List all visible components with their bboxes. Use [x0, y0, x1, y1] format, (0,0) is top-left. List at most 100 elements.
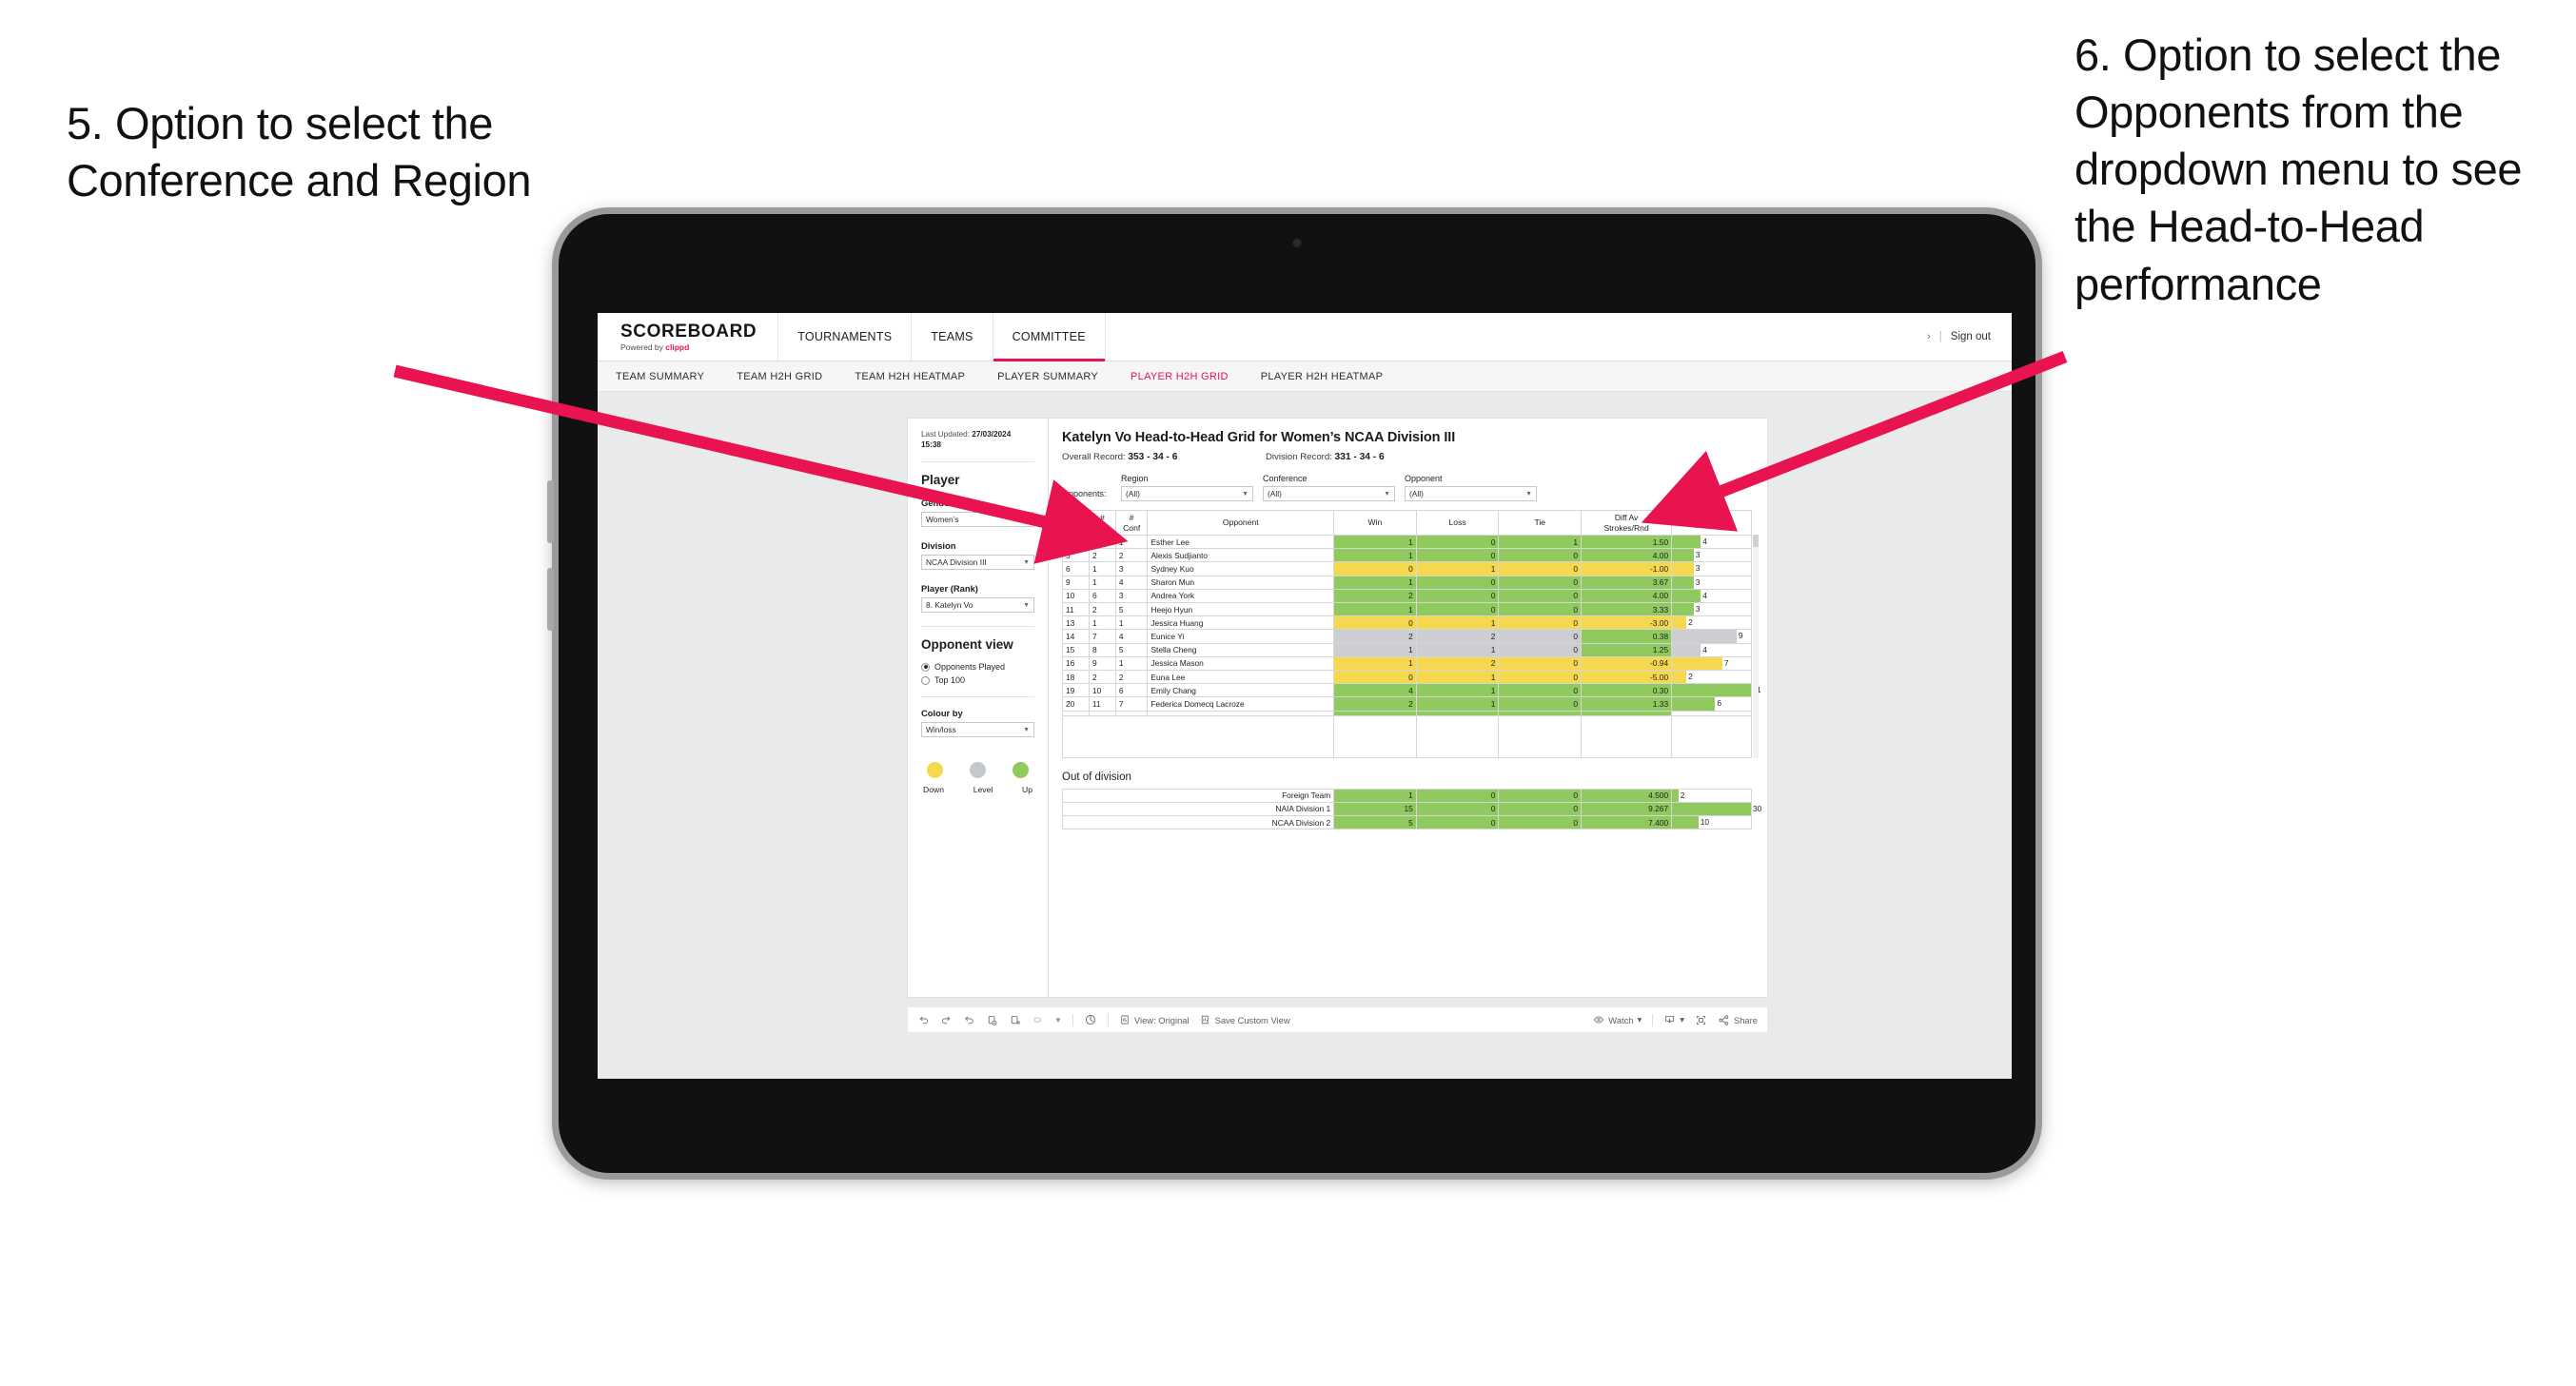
gender-select[interactable]: Women’s ▼ — [921, 512, 1034, 528]
out-of-division-row[interactable]: NCAA Division 2 5 0 0 7.400 10 — [1061, 815, 1752, 830]
table-row[interactable]: 5 2 2 Alexis Sudjianto 1 0 0 4.00 3 — [1062, 548, 1752, 563]
field-label-division: Division — [921, 540, 956, 552]
redo-icon[interactable] — [940, 1014, 953, 1026]
region-select[interactable]: (All) ▼ — [1121, 486, 1253, 501]
opponents-filter-label: Opponents: — [1062, 489, 1107, 498]
cell-win: 4 — [1333, 683, 1417, 698]
radio-opponents-played[interactable]: Opponents Played — [921, 662, 1034, 672]
h2h-table-head: # Div # Reg # Conf Opponent Win Loss Tie Di… — [1062, 510, 1752, 536]
table-scrollbar-track[interactable] — [1753, 535, 1759, 758]
cell-div: 5 — [1062, 548, 1090, 563]
rounds-bar — [1672, 630, 1737, 643]
opponent-filters: Opponents: Region (All) ▼ Conference (Al — [1062, 474, 1752, 501]
out-of-division-table: Foreign Team 1 0 0 4.500 2 NAIA Division 1 15 0 0… — [1061, 788, 1761, 830]
cell-conf: 3 — [1114, 561, 1149, 576]
chevron-right-icon[interactable]: › — [1927, 331, 1931, 342]
table-row[interactable]: 13 1 1 Jessica Huang 0 1 0 -3.00 2 — [1062, 615, 1752, 631]
colour-by-select-value: Win/loss — [926, 725, 956, 735]
player-rank-select[interactable]: 8. Katelyn Vo ▼ — [921, 597, 1034, 614]
division-select[interactable]: NCAA Division III ▼ — [921, 555, 1034, 571]
refresh-icon[interactable] — [986, 1014, 998, 1026]
table-row[interactable]: 15 8 5 Stella Cheng 1 1 0 1.25 4 — [1062, 642, 1752, 657]
nav-item-tournaments[interactable]: TOURNAMENTS — [778, 313, 913, 361]
radio-top-100[interactable]: Top 100 — [921, 675, 1034, 685]
sidebar-divider-3 — [921, 696, 1034, 698]
cell-tie: 0 — [1498, 575, 1583, 590]
table-row[interactable]: 10 6 3 Andrea York 2 0 0 4.00 4 — [1062, 588, 1752, 604]
alert-subscribe-icon[interactable] — [1032, 1014, 1044, 1026]
tab-player-summary[interactable]: PLAYER SUMMARY — [997, 371, 1098, 382]
signout-link[interactable]: Sign out — [1951, 331, 1991, 342]
cell-div: 15 — [1062, 642, 1090, 657]
table-row[interactable]: 20 11 7 Federica Domecq Lacroze 2 1 0 1.33 6 — [1062, 696, 1752, 712]
toolbar-divider-2 — [1107, 1013, 1109, 1026]
filler-tie — [1498, 715, 1583, 758]
table-row[interactable]: 18 2 2 Euna Lee 0 1 0 -5.00 2 — [1062, 670, 1752, 685]
data-details-icon[interactable] — [1084, 1013, 1097, 1026]
brand-tagline: Powered by clippd — [620, 343, 757, 352]
field-label-gender: Gender — [921, 498, 953, 509]
cell-rounds: 2 — [1671, 615, 1752, 631]
tab-player-h2h-grid[interactable]: PLAYER H2H GRID — [1131, 371, 1229, 382]
cell-conf: 4 — [1114, 629, 1149, 644]
cell-diff-av: 3.33 — [1581, 602, 1673, 617]
cell-diff-av: 1.50 — [1581, 534, 1673, 550]
cell-diff-av: 0.30 — [1581, 683, 1673, 698]
chevron-down-icon[interactable]: ▼ — [1054, 1016, 1062, 1025]
cell-conf: 2 — [1114, 670, 1149, 685]
nav-item-teams[interactable]: TEAMS — [912, 313, 993, 361]
cell-div: 19 — [1062, 683, 1090, 698]
cell-win: 2 — [1333, 588, 1417, 604]
table-row[interactable]: 9 1 4 Sharon Mun 1 0 0 3.67 3 — [1062, 575, 1752, 590]
cell-tie: 0 — [1498, 801, 1583, 817]
share-button[interactable]: Share — [1718, 1014, 1758, 1026]
out-of-division-row[interactable]: Foreign Team 1 0 0 4.500 2 — [1061, 788, 1752, 803]
table-row[interactable]: 14 7 4 Eunice Yi 2 2 0 0.38 9 — [1062, 629, 1752, 644]
tab-team-h2h-grid[interactable]: TEAM H2H GRID — [737, 371, 822, 382]
rounds-bar — [1672, 789, 1679, 802]
cell-rounds: 2 — [1671, 670, 1752, 685]
fullscreen-icon[interactable] — [1695, 1014, 1707, 1026]
table-row[interactable]: 6 1 3 Sydney Kuo 0 1 0 -1.00 3 — [1062, 561, 1752, 576]
save-custom-view-button[interactable]: Save Custom View — [1200, 1014, 1290, 1025]
table-scrollbar-thumb[interactable] — [1753, 535, 1759, 547]
revert-icon[interactable] — [963, 1014, 975, 1026]
table-row[interactable]: 16 9 1 Jessica Mason 1 2 0 -0.94 7 — [1062, 655, 1752, 672]
cell-reg: 6 — [1088, 588, 1116, 604]
view-original-button[interactable]: View: Original — [1119, 1014, 1190, 1025]
tab-team-summary[interactable]: TEAM SUMMARY — [616, 371, 704, 382]
colour-by-select[interactable]: Win/loss ▼ — [921, 722, 1034, 738]
sidebar-divider-1 — [921, 461, 1034, 463]
toolbar-divider-3 — [1652, 1013, 1654, 1026]
table-row[interactable]: 11 2 5 Heejo Hyun 1 0 0 3.33 3 — [1062, 602, 1752, 617]
brand-logo[interactable]: SCOREBOARD Powered by clippd — [598, 313, 779, 361]
cell-opponent: Heejo Hyun — [1147, 602, 1335, 617]
undo-icon[interactable] — [917, 1014, 930, 1026]
out-of-division-row[interactable]: NAIA Division 1 15 0 0 9.267 30 — [1061, 801, 1761, 817]
rounds-value: 9 — [1738, 631, 1743, 641]
download-button[interactable]: ▾ — [1663, 1014, 1684, 1026]
cell-reg: 2 — [1088, 602, 1116, 617]
cell-div: 3 — [1062, 534, 1090, 550]
cell-rounds: 30 — [1671, 801, 1761, 817]
cell-conf: 6 — [1114, 683, 1149, 698]
cell-div: 9 — [1062, 575, 1090, 590]
tab-team-h2h-heatmap[interactable]: TEAM H2H HEATMAP — [855, 371, 965, 382]
cell-tie: 0 — [1498, 670, 1583, 685]
pause-updates-icon[interactable] — [1009, 1014, 1021, 1026]
opponent-select[interactable]: (All) ▼ — [1405, 486, 1537, 501]
watch-button[interactable]: Watch ▾ — [1593, 1014, 1642, 1025]
legend-dot-level — [970, 762, 986, 779]
cell-win: 5 — [1333, 815, 1417, 830]
cell-conf: 1 — [1114, 534, 1149, 550]
tab-player-h2h-heatmap[interactable]: PLAYER H2H HEATMAP — [1261, 371, 1383, 382]
conference-select[interactable]: (All) ▼ — [1263, 486, 1395, 501]
rounds-value: 4 — [1702, 644, 1707, 654]
table-row[interactable]: 19106Emily Chang4100.3011 — [1062, 683, 1761, 698]
table-row[interactable]: 3 3 1 Esther Lee 1 0 1 1.50 4 — [1062, 534, 1752, 550]
nav-item-committee[interactable]: COMMITTEE — [993, 313, 1106, 361]
division-select-value: NCAA Division III — [926, 557, 987, 568]
cell-loss: 1 — [1415, 561, 1500, 576]
table-filler-row — [1061, 715, 1752, 758]
cell-reg: 10 — [1088, 683, 1116, 698]
